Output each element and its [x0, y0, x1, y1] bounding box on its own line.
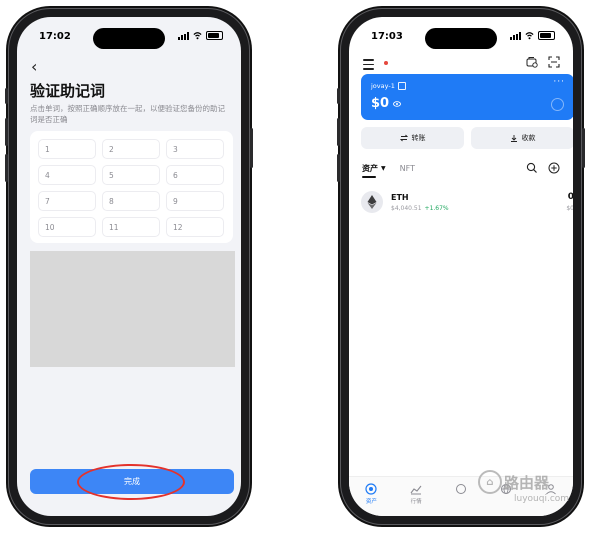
market-tab-icon — [410, 485, 422, 495]
search-icon[interactable] — [526, 162, 538, 174]
left-screen: 17:02 ‹ 验证助记词 点击单词，按照正确顺序放在一起，以便验证您备份的助记… — [17, 17, 241, 516]
transfer-button[interactable]: 转账 — [361, 127, 464, 149]
asset-tabs: 资产 ▼ NFT — [362, 163, 415, 174]
volume-up-button — [5, 118, 8, 146]
asset-price-line: $4,040.51 +1.67% — [391, 205, 449, 212]
page-description: 点击单词，按照正确顺序放在一起，以便验证您备份的助记词是否正确 — [30, 104, 225, 124]
scan-icon[interactable] — [548, 56, 560, 68]
tabbar-assets-label: 资产 — [365, 499, 377, 505]
caret-down-icon: ▼ — [381, 165, 386, 172]
receive-label: 收款 — [521, 134, 536, 142]
mnemonic-slot[interactable]: 10 — [38, 217, 96, 237]
receive-button[interactable]: 收款 — [471, 127, 573, 149]
mnemonic-slots-card: 1 2 3 4 5 6 7 8 9 10 11 12 — [30, 131, 233, 243]
mnemonic-slot[interactable]: 1 — [38, 139, 96, 159]
status-time: 17:03 — [371, 31, 403, 42]
dynamic-island — [93, 28, 165, 49]
signal-icon — [178, 31, 189, 40]
refresh-icon[interactable] — [551, 98, 564, 111]
mnemonic-slot[interactable]: 9 — [166, 191, 224, 211]
menu-icon[interactable] — [363, 59, 374, 73]
wallet-balance: $0 — [371, 96, 402, 111]
ethereum-icon — [361, 191, 383, 213]
mnemonic-slot[interactable]: 7 — [38, 191, 96, 211]
asset-symbol: ETH — [391, 193, 409, 202]
tabbar-assets[interactable]: 资产 — [356, 483, 386, 516]
mnemonic-slot[interactable]: 3 — [166, 139, 224, 159]
signal-icon — [510, 31, 521, 40]
top-toolbar — [526, 56, 560, 68]
transfer-icon — [399, 134, 408, 142]
highlight-annotation-ring — [77, 464, 185, 500]
power-button — [250, 128, 253, 168]
copy-icon[interactable] — [397, 82, 406, 90]
watermark-url: luyouqi.com — [514, 494, 570, 504]
watermark-logo: ⌂ 路由器 — [478, 470, 549, 494]
right-phone: 17:03 jovay-1 ··· $0 转账 收款 资产 ▼ NFT ETH … — [337, 8, 585, 525]
tabbar-market[interactable]: 行情 — [401, 483, 431, 516]
asset-price: $4,040.51 — [391, 205, 422, 212]
battery-icon — [538, 31, 555, 40]
status-icons — [178, 31, 223, 40]
action-button — [5, 88, 8, 104]
wifi-icon — [193, 32, 202, 40]
mnemonic-slot[interactable]: 2 — [102, 139, 160, 159]
right-screen: 17:03 jovay-1 ··· $0 转账 收款 资产 ▼ NFT ETH … — [349, 17, 573, 516]
wallet-card[interactable]: jovay-1 ··· $0 — [361, 74, 573, 120]
page-title: 验证助记词 — [30, 82, 106, 100]
assets-tab-icon — [365, 483, 377, 495]
battery-icon — [206, 31, 223, 40]
word-pool-redacted — [30, 251, 235, 367]
mnemonic-slot[interactable]: 12 — [166, 217, 224, 237]
asset-tools — [526, 162, 560, 174]
notification-dot — [384, 61, 388, 65]
volume-down-button — [337, 154, 340, 182]
wifi-icon — [525, 32, 534, 40]
mnemonic-slots-grid: 1 2 3 4 5 6 7 8 9 10 11 12 — [38, 139, 224, 237]
transfer-label: 转账 — [411, 134, 426, 142]
mnemonic-slot[interactable]: 4 — [38, 165, 96, 185]
asset-row-eth[interactable]: ETH $4,040.51 +1.67% 0 $0 — [361, 189, 573, 217]
asset-value: $0 — [566, 205, 573, 212]
status-time: 17:02 — [39, 31, 71, 42]
router-icon: ⌂ — [478, 470, 502, 494]
eye-icon[interactable] — [393, 100, 402, 107]
more-icon[interactable]: ··· — [553, 77, 565, 87]
wallet-name-text: jovay-1 — [371, 82, 395, 90]
mnemonic-slot[interactable]: 5 — [102, 165, 160, 185]
tabbar-item-3[interactable] — [446, 483, 476, 516]
tab-active-indicator — [362, 176, 376, 178]
back-chevron-icon[interactable]: ‹ — [31, 57, 37, 76]
discover-tab-icon — [455, 484, 466, 494]
action-button — [337, 88, 340, 104]
mnemonic-slot[interactable]: 8 — [102, 191, 160, 211]
wallet-balance-text: $0 — [371, 96, 390, 111]
volume-down-button — [5, 154, 8, 182]
tab-assets-label: 资产 — [362, 164, 378, 173]
dynamic-island — [425, 28, 497, 49]
power-button — [582, 128, 585, 168]
volume-up-button — [337, 118, 340, 146]
mnemonic-slot[interactable]: 6 — [166, 165, 224, 185]
receive-icon — [510, 135, 517, 142]
left-phone: 17:02 ‹ 验证助记词 点击单词，按照正确顺序放在一起，以便验证您备份的助记… — [5, 8, 253, 525]
tab-assets[interactable]: 资产 ▼ — [362, 163, 386, 174]
tab-nft[interactable]: NFT — [400, 164, 415, 173]
tabbar-market-label: 行情 — [410, 499, 422, 505]
asset-change: +1.67% — [424, 205, 449, 212]
asset-amount: 0 — [567, 192, 573, 202]
status-icons — [510, 31, 555, 40]
watermark-text: 路由器 — [504, 473, 550, 492]
wallet-settings-icon[interactable] — [526, 56, 538, 68]
mnemonic-slot[interactable]: 11 — [102, 217, 160, 237]
add-icon[interactable] — [548, 162, 560, 174]
wallet-name: jovay-1 — [371, 82, 406, 90]
